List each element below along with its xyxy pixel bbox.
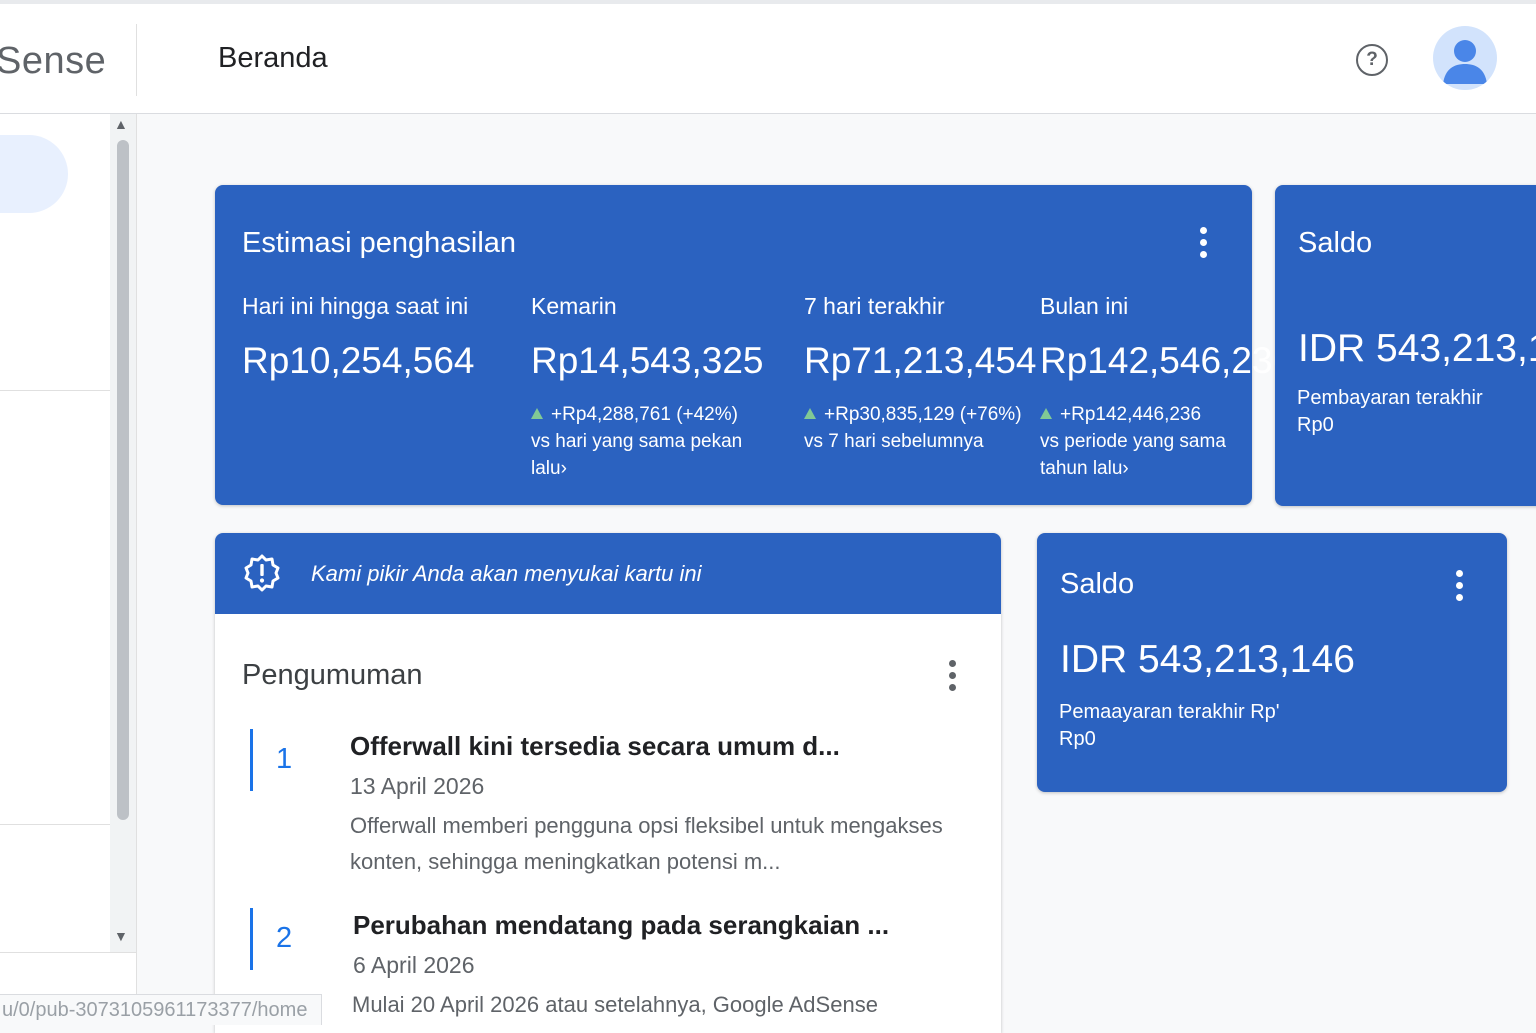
metric-label: Hari ini hingga saat ini [242, 293, 469, 319]
trend-up-icon [804, 408, 816, 419]
item-number: 2 [276, 922, 293, 954]
metric-change: +Rp4,288,761 (+42%) [531, 404, 771, 426]
last-payment-label: Pembayaran terakhir [1297, 387, 1483, 409]
metric-last-7-days[interactable]: 7 hari terakhir Rp71,213,454 +Rp30,835,1… [804, 293, 1036, 455]
more-options-icon[interactable] [1456, 570, 1463, 601]
announcement-title[interactable]: Offerwall kini tersedia secara umum d... [350, 731, 840, 762]
last-payment-value: Rp0 [1059, 728, 1096, 750]
balance-amount: IDR 543,213,146 [1060, 638, 1355, 681]
status-bar-url: u/0/pub-3073105961173377/home [0, 994, 323, 1025]
trend-up-icon [1040, 408, 1052, 419]
metric-yesterday[interactable]: Kemarin Rp14,543,325 +Rp4,288,761 (+42%)… [531, 293, 771, 482]
sidebar: ▲ ▼ [0, 114, 137, 1024]
adsense-logo[interactable]: Sense [0, 40, 106, 83]
more-options-icon[interactable] [1200, 227, 1207, 258]
last-payment-value: Rp0 [1297, 414, 1334, 436]
item-number: 1 [276, 743, 293, 775]
app-header: Sense Beranda ? [0, 4, 1536, 114]
metric-today[interactable]: Hari ini hingga saat ini Rp10,254,564 [242, 293, 474, 382]
estimated-earnings-card: Estimasi penghasilan Hari ini hingga saa… [215, 185, 1293, 505]
recommendation-banner: Kami pikir Anda akan menyukai kartu ini [215, 533, 1001, 614]
balance-card: Saldo IDR 543,213,146 Pemaayaran terakhi… [1037, 533, 1507, 792]
card-title: Pengumuman [242, 659, 423, 691]
announcement-date: 6 April 2026 [353, 952, 475, 978]
balance-card-top: Saldo IDR 543,213,146 Pembayaran terakhi… [1275, 185, 1536, 506]
metric-value: Rp71,213,454 [804, 340, 1037, 381]
change-text: +Rp30,835,129 (+76%) [824, 404, 1022, 425]
metric-change: +Rp30,835,129 (+76%) [804, 404, 1036, 426]
announcement-body: Mulai 20 April 2026 atau setelahnya, Goo… [352, 992, 878, 1017]
metric-value: Rp10,254,564 [242, 340, 475, 381]
metric-comparison: vs 7 hari sebelumnya [804, 431, 984, 452]
sidebar-divider [0, 390, 110, 391]
sidebar-divider [0, 952, 136, 953]
metric-this-month[interactable]: Bulan ini Rp142,546,236 +Rp142,446,236 v… [1040, 293, 1293, 482]
card-title: Saldo [1060, 568, 1135, 600]
balance-amount: IDR 543,213,146 [1298, 327, 1536, 370]
page-title: Beranda [218, 42, 328, 74]
help-icon: ? [1366, 49, 1378, 70]
scroll-up-icon[interactable]: ▲ [114, 116, 128, 132]
metric-value: Rp142,546,236 [1040, 340, 1294, 381]
sidebar-divider [0, 824, 110, 825]
account-avatar[interactable] [1433, 26, 1497, 90]
scrollbar-thumb[interactable] [117, 140, 129, 820]
metric-comparison[interactable]: vs hari yang sama pekan lalu› [531, 428, 771, 482]
change-text: +Rp4,288,761 (+42%) [551, 404, 738, 425]
header-divider [136, 24, 137, 96]
metric-change: +Rp142,446,236 [1040, 404, 1293, 426]
card-title: Saldo [1298, 227, 1373, 259]
announcement-body: Offerwall memberi pengguna opsi fleksibe… [350, 813, 943, 874]
trend-up-icon [531, 408, 543, 419]
sidebar-item-active[interactable] [0, 135, 68, 213]
card-title: Estimasi penghasilan [242, 227, 517, 259]
metric-comparison[interactable]: vs periode yang sama tahun lalu› [1040, 428, 1245, 482]
recommendation-badge-icon [244, 554, 280, 592]
metric-label: 7 hari terakhir [804, 293, 945, 319]
user-icon [1443, 40, 1487, 84]
metric-label: Kemarin [531, 293, 617, 319]
metric-label: Bulan ini [1040, 293, 1129, 319]
item-accent-bar [250, 908, 253, 970]
change-text: +Rp142,446,236 [1060, 404, 1202, 425]
help-button[interactable]: ? [1356, 44, 1388, 76]
scroll-down-icon[interactable]: ▼ [114, 928, 128, 944]
recommendation-text: Kami pikir Anda akan menyukai kartu ini [311, 561, 702, 586]
more-options-icon[interactable] [949, 660, 956, 691]
item-accent-bar [250, 729, 253, 791]
announcements-card: Kami pikir Anda akan menyukai kartu ini … [215, 533, 1001, 1033]
announcement-date: 13 April 2026 [350, 773, 485, 799]
announcement-title[interactable]: Perubahan mendatang pada serangkaian ... [353, 910, 889, 941]
metric-value: Rp14,543,325 [531, 340, 764, 381]
last-payment-label: Pemaayaran terakhir Rp' [1059, 701, 1280, 723]
